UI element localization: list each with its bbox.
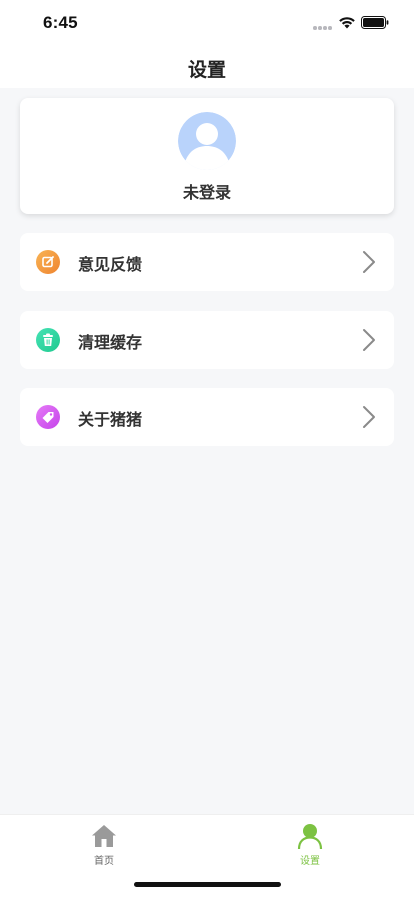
tab-settings[interactable]: 设置	[280, 821, 340, 867]
user-avatar-icon	[178, 112, 236, 170]
tab-label: 设置	[300, 856, 320, 867]
wifi-icon	[339, 17, 355, 29]
battery-icon	[361, 16, 389, 29]
chevron-right-icon	[363, 251, 375, 273]
home-indicator[interactable]	[134, 882, 281, 887]
user-icon	[297, 824, 323, 849]
tab-home[interactable]: 首页	[74, 821, 134, 867]
menu-item-feedback[interactable]: 意见反馈	[20, 233, 394, 291]
feedback-icon	[36, 250, 60, 274]
status-bar: 6:45	[0, 0, 414, 44]
chevron-right-icon	[363, 406, 375, 428]
chevron-right-icon	[363, 329, 375, 351]
cellular-signal-icon	[313, 26, 333, 30]
menu-item-label: 意见反馈	[78, 255, 143, 274]
tag-icon	[36, 405, 60, 429]
tab-label: 首页	[94, 856, 114, 867]
menu-item-about[interactable]: 关于猪猪	[20, 388, 394, 446]
status-time: 6:45	[43, 13, 78, 32]
profile-card[interactable]: 未登录	[20, 98, 394, 214]
avatar[interactable]	[178, 112, 236, 170]
menu-item-label: 关于猪猪	[78, 410, 143, 429]
page-title: 设置	[187, 59, 226, 81]
trash-icon	[36, 328, 60, 352]
login-status: 未登录	[182, 183, 231, 202]
nav-bar: 设置	[0, 44, 414, 88]
home-icon	[92, 825, 116, 847]
menu-item-label: 清理缓存	[78, 333, 143, 352]
menu-item-clear-cache[interactable]: 清理缓存	[20, 311, 394, 369]
